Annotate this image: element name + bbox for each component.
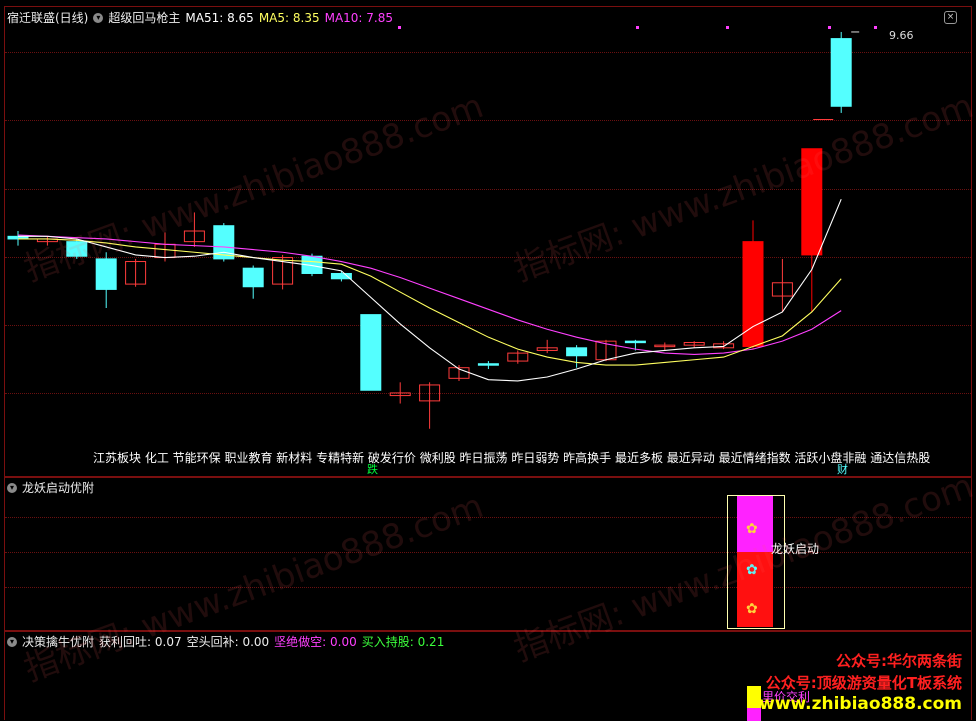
ma51-line (17, 234, 842, 355)
signal-dot (874, 26, 877, 29)
profit-value: 获利回吐: 0.07 (99, 635, 182, 649)
panel3-title[interactable]: 决策擒牛优附 (22, 633, 94, 650)
panel3-header: ▾ 决策擒牛优附 获利回吐: 0.07 空头回补: 0.00 坚绝做空: 0.0… (7, 633, 444, 650)
dragon-start-panel[interactable]: ▾ 龙妖启动优附 ✿ ✿ ✿ 龙妖启动 (4, 476, 972, 632)
panel2-dropdown-icon[interactable]: ▾ (7, 482, 17, 493)
candle-body (95, 258, 117, 290)
candle-body (360, 314, 382, 391)
promo-line-3: www.zhibiao888.com (759, 694, 962, 714)
signal-dot (636, 26, 639, 29)
promo-line-1: 公众号:华尔两条街 (836, 652, 962, 670)
signal-dot (828, 26, 831, 29)
candle-body (66, 241, 88, 257)
ma10-line (18, 238, 842, 366)
candle-body (477, 363, 499, 366)
firm-short-value: 坚绝做空: 0.00 (274, 635, 357, 649)
candle-body (330, 272, 352, 280)
panel2-title[interactable]: 龙妖启动优附 (22, 479, 94, 496)
butterfly-icon: ✿ (746, 601, 758, 617)
signal-dot (726, 26, 729, 29)
short-cover-value: 空头回补: 0.00 (186, 635, 270, 649)
butterfly-icon: ✿ (746, 562, 758, 578)
candle-body (242, 267, 264, 288)
kline-chart (7, 26, 877, 429)
dragon-start-label: 龙妖启动 (771, 542, 820, 556)
candle-body (830, 38, 852, 107)
candle-body (801, 148, 823, 256)
candle-body (566, 347, 588, 357)
panel2-header: ▾ 龙妖启动优附 (7, 479, 94, 496)
buy-hold-value: 买入持股: 0.21 (361, 635, 445, 649)
panel3-dropdown-icon[interactable]: ▾ (7, 636, 17, 647)
signal-dot (398, 26, 401, 29)
butterfly-icon: ✿ (746, 521, 758, 537)
candle-body (624, 340, 646, 344)
